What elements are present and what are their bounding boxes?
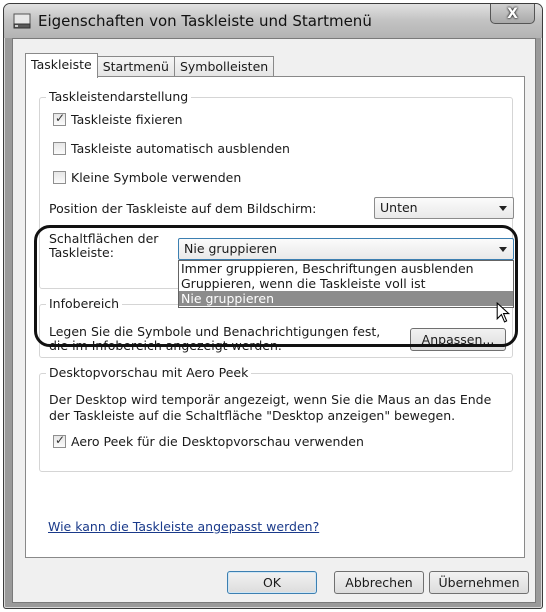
close-icon: X	[507, 5, 518, 22]
checkbox-box[interactable]	[53, 111, 66, 126]
ok-button[interactable]: OK	[227, 571, 317, 594]
tab-panel: Taskleistendarstellung Taskleiste fixier…	[25, 76, 525, 558]
mouse-cursor-icon	[496, 302, 511, 323]
checkbox-box[interactable]	[53, 433, 66, 448]
tab-symbolleisten[interactable]: Symbolleisten	[173, 56, 275, 77]
lock-taskbar-checkbox[interactable]: Taskleiste fixieren	[53, 111, 183, 127]
aero-peek-text-line1: Der Desktop wird temporär angezeigt, wen…	[49, 392, 492, 407]
buttons-label: Schaltflächen der Taskleiste:	[49, 232, 158, 260]
checkbox-box[interactable]	[53, 171, 66, 184]
select-value: Nie gruppieren	[184, 241, 277, 256]
dialog-window: Eigenschaften von Taskleiste und Startme…	[3, 3, 543, 609]
customize-button[interactable]: Anpassen...	[410, 328, 506, 351]
small-icons-checkbox[interactable]: Kleine Symbole verwenden	[53, 170, 241, 185]
taskbar-app-icon	[13, 13, 31, 29]
aero-peek-checkbox[interactable]: Aero Peek für die Desktopvorschau verwen…	[53, 433, 364, 449]
window-title: Eigenschaften von Taskleiste und Startme…	[38, 12, 372, 30]
buttons-label-line2: Taskleiste:	[49, 245, 114, 260]
dropdown-option-always-group[interactable]: Immer gruppieren, Beschriftungen ausblen…	[179, 261, 513, 276]
close-button[interactable]: X	[490, 4, 535, 24]
tab-taskleiste[interactable]: Taskleiste	[25, 53, 98, 78]
checkbox-label: Aero Peek für die Desktopvorschau verwen…	[71, 434, 364, 449]
taskbar-buttons-dropdown-list: Immer gruppieren, Beschriftungen ausblen…	[178, 260, 514, 308]
aero-peek-text-line2: der Taskleiste auf die Schaltfläche "Des…	[49, 408, 456, 423]
help-link[interactable]: Wie kann die Taskleiste angepasst werden…	[48, 519, 319, 534]
tab-strip: Taskleiste Startmenü Symbolleisten	[25, 53, 275, 78]
aero-peek-text: Der Desktop wird temporär angezeigt, wen…	[49, 392, 491, 424]
group-title: Taskleistendarstellung	[46, 89, 192, 104]
cancel-button[interactable]: Abbrechen	[334, 571, 424, 594]
apply-button[interactable]: Übernehmen	[429, 571, 529, 594]
checkbox-label: Taskleiste fixieren	[71, 112, 183, 127]
chevron-down-icon	[499, 247, 507, 252]
notification-text-line2: die im Infobereich angezeigt werden.	[49, 338, 282, 353]
tab-startmenu[interactable]: Startmenü	[96, 56, 175, 77]
chevron-down-icon	[499, 206, 507, 211]
position-label: Position der Taskleiste auf dem Bildschi…	[49, 201, 317, 216]
position-select[interactable]: Unten	[374, 197, 514, 219]
notification-text-line1: Legen Sie die Symbole und Benachrichtigu…	[49, 324, 381, 339]
checkbox-label: Taskleiste automatisch ausblenden	[71, 141, 290, 156]
dialog-client-area: Taskleiste Startmenü Symbolleisten Taskl…	[12, 38, 536, 603]
group-title: Desktopvorschau mit Aero Peek	[46, 365, 252, 380]
checkbox-label: Kleine Symbole verwenden	[71, 170, 242, 185]
buttons-label-line1: Schaltflächen der	[49, 231, 159, 246]
checkbox-box[interactable]	[53, 142, 66, 155]
title-bar[interactable]: Eigenschaften von Taskleiste und Startme…	[4, 4, 542, 38]
taskbar-buttons-select[interactable]: Nie gruppieren	[178, 238, 514, 260]
autohide-checkbox[interactable]: Taskleiste automatisch ausblenden	[53, 141, 290, 156]
dropdown-option-never-group[interactable]: Nie gruppieren	[179, 291, 513, 306]
notification-text: Legen Sie die Symbole und Benachrichtigu…	[49, 325, 380, 353]
select-value: Unten	[380, 200, 418, 215]
dropdown-option-group-when-full[interactable]: Gruppieren, wenn die Taskleiste voll ist	[179, 276, 513, 291]
group-title: Infobereich	[46, 296, 123, 311]
